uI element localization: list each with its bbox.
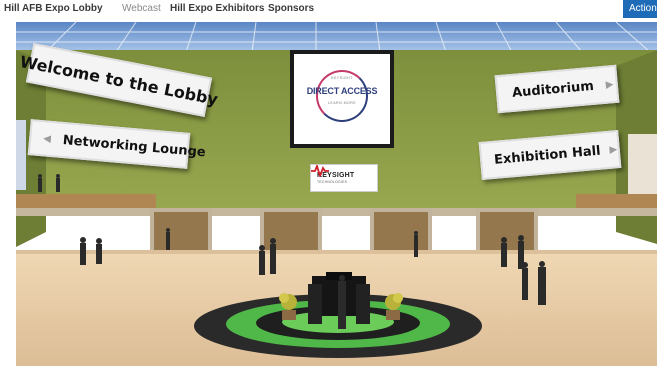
arrow-right-icon: ▶ — [605, 78, 614, 91]
auditorium-label: Auditorium — [511, 78, 595, 101]
lobby-scene: Welcome to the Lobby ◀ Networking Lounge… — [16, 22, 657, 366]
right-balcony — [576, 194, 657, 208]
direct-access-title: DIRECT ACCESS — [306, 86, 378, 96]
nav-link-sponsors[interactable]: Sponsors — [268, 3, 314, 15]
ceiling-skylight — [16, 22, 657, 52]
direct-access-sub-text: LEARN MORE — [327, 101, 357, 105]
networking-lounge-label: Networking Lounge — [62, 132, 207, 160]
arrow-right-icon: ▶ — [608, 143, 618, 156]
arrow-left-icon: ◀ — [42, 132, 52, 145]
keysight-wave-icon — [311, 165, 329, 177]
left-balcony — [16, 194, 156, 208]
direct-access-top-text: KEYSIGHT — [331, 76, 353, 80]
keysight-sub: TECHNOLOGIES — [317, 179, 348, 184]
nav-link-webcast[interactable]: Webcast — [122, 3, 161, 15]
direct-access-banner[interactable]: KEYSIGHT DIRECT ACCESS LEARN MORE — [290, 50, 394, 148]
nav-link-expo-lobby[interactable]: Hill AFB Expo Lobby — [4, 3, 103, 15]
nav-link-exhibitors[interactable]: Hill Expo Exhibitors — [170, 3, 264, 15]
keysight-sponsor-logo[interactable]: KEYSIGHT TECHNOLOGIES — [310, 164, 378, 192]
actions-button[interactable]: Actions — [623, 0, 657, 18]
top-navigation: Hill AFB Expo Lobby Webcast Hill Expo Ex… — [0, 0, 657, 20]
exhibition-hall-label: Exhibition Hall — [493, 143, 602, 168]
